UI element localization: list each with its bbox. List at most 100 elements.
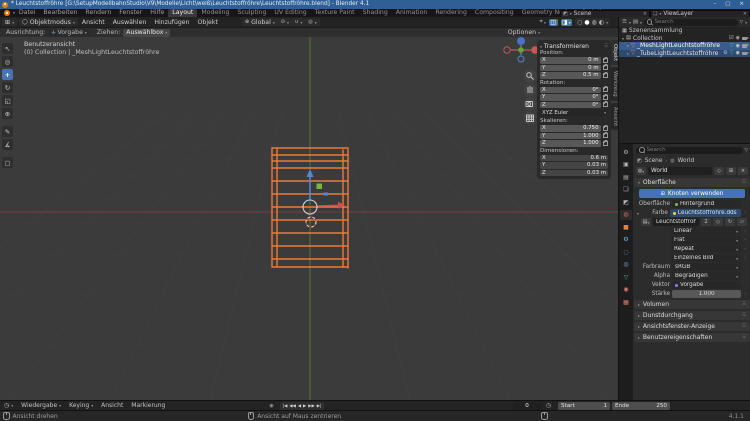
scale-y-field[interactable]: Y1.000 [540,133,601,140]
outliner-display-mode-icon[interactable]: ▤ [633,19,638,25]
folder-icon[interactable]: ▱ [737,218,747,226]
menu-auswaehlen[interactable]: Auswählen [109,19,151,26]
volume-section-header[interactable]: ▸ Volumen ☰ [634,300,750,309]
xray-toggle-button[interactable]: ◨▾ [561,19,573,26]
alpha-mode-dropdown[interactable]: Begradigen▾ [672,272,741,280]
rotation-y-field[interactable]: Y0° [540,94,601,101]
browse-world-button[interactable]: ◍▾ [636,167,646,175]
workspace-tab-uvediting[interactable]: UV Editing [270,9,310,17]
breadcrumb-scene[interactable]: Scene [645,158,663,164]
rotation-mode-dropdown[interactable]: XYZ Euler▾ [540,109,608,116]
tool-rotate-button[interactable]: ↻ [2,82,13,93]
tab-object-data[interactable]: ▽ [620,272,632,282]
workspace-tab-layout[interactable]: Layout [168,9,197,17]
breadcrumb-world[interactable]: World [678,158,695,164]
jump-to-start-button[interactable]: |◀ [283,403,288,408]
camera-render-icon[interactable] [742,44,747,48]
strength-slider[interactable]: 1.000 [672,290,741,298]
menu-fenster[interactable]: Fenster [115,9,146,17]
dimension-z-field[interactable]: Z0.03 m [540,170,608,177]
surface-shader-dropdown[interactable]: Hintergrund [672,200,741,208]
workspace-tab-sculpting[interactable]: Sculpting [234,9,271,17]
shading-solid-button[interactable]: ● [584,19,589,26]
new-world-button[interactable]: ⊞ [726,167,736,175]
shading-material-button[interactable]: ◍ [592,19,597,26]
eye-icon[interactable]: ◉ [736,35,740,41]
dimension-x-field[interactable]: X0.6 m [540,155,608,162]
viewport-nav-buttons[interactable] [524,70,537,125]
refresh-icon[interactable]: ↻ [725,218,735,226]
checkbox-icon[interactable]: ☑ [729,35,734,41]
workspace-tab-shading[interactable]: Shading [359,9,392,17]
scale-z-field[interactable]: Z1.000 [540,140,601,147]
play-button[interactable]: ▶ [303,403,306,408]
outliner-editor-icon[interactable]: ☰ [622,19,627,25]
tool-transform-button[interactable]: ⊕ [2,108,13,119]
maximize-button[interactable]: ▢ [725,0,730,9]
menu-datei[interactable]: Datei [15,9,40,17]
menu-timeline-ansicht[interactable]: Ansicht [97,402,127,409]
navigation-gizmo[interactable] [504,37,539,62]
tab-scene[interactable]: ◩ [620,197,632,207]
rotation-x-field[interactable]: X0° [540,87,601,94]
tab-particles[interactable]: ◌ [620,247,632,257]
outliner-row-meshlight[interactable]: ▸ ▽ _MeshLightLeuchtstoffröhre ▽ ◉ [619,42,750,50]
menu-ansicht[interactable]: Ansicht [78,19,109,26]
workspace-tab-animation[interactable]: Animation [392,9,432,17]
properties-search[interactable] [636,147,743,154]
shading-wireframe-button[interactable]: ○ [577,19,582,26]
menu-hilfe[interactable]: Hilfe [146,9,168,17]
viewport-display-section-header[interactable]: ▸ Ansichtsfenster-Anzeige ☰ [634,322,750,331]
tab-object[interactable]: ■ [620,222,632,232]
image-name-field[interactable]: Leuchtstoffröhre.dds [653,218,699,226]
tab-output[interactable]: ▤ [620,172,632,182]
position-z-field[interactable]: Z0.5 m [540,72,601,79]
auto-keying-button[interactable]: ◉ [269,403,273,409]
workspace-tab-texturepaint[interactable]: Texture Paint [311,9,359,17]
menu-objekt[interactable]: Objekt [194,19,222,26]
outliner-search[interactable] [644,19,738,26]
dimension-y-field[interactable]: Y0.03 m [540,162,608,169]
outliner-row-collection[interactable]: ▾ ▤ Collection ☑ ◉ [619,35,750,43]
tool-cursor-button[interactable]: ◎ [2,56,13,67]
interpolation-dropdown[interactable]: Linear▾ [671,227,741,235]
camera-render-icon[interactable] [742,37,747,41]
tool-scale-button[interactable]: ◱ [2,95,13,106]
projection-dropdown[interactable]: Flat▾ [671,236,741,244]
tab-tool[interactable]: ⚙ [620,147,632,157]
source-dropdown[interactable]: Einzelnes Bild▾ [671,254,741,262]
colorspace-dropdown[interactable]: sRGB▾ [672,263,741,271]
workspace-tab-rendering[interactable]: Rendering [431,9,471,17]
tab-viewlayer[interactable]: ❏ [620,185,632,195]
orientation-preset-dropdown[interactable]: ✛ Vorgabe ▾ [48,29,90,37]
next-keyframe-button[interactable]: ▶▶ [308,403,314,408]
transform-orientation-selector[interactable]: ⊕ Global ▾ [242,18,278,26]
current-frame-field[interactable]: 0 [513,402,541,410]
use-nodes-button[interactable]: ⊞ Knoten verwenden [639,189,745,198]
lock-icon[interactable] [603,141,609,146]
tab-physics[interactable]: ◎ [620,260,632,270]
vector-input-field[interactable]: Vorgabe [672,281,741,289]
properties-filter-icon[interactable]: ▽ [745,148,748,153]
tab-world[interactable]: ◍ [620,210,632,220]
tab-modifiers[interactable]: ⚙ [620,235,632,245]
proportional-editing-button[interactable]: ◎▾ [305,18,319,26]
menu-markierung[interactable]: Markierung [127,402,169,409]
outliner-row-scene-collection[interactable]: ▦ Szenensammlung [619,27,750,35]
workspace-tab-modeling[interactable]: Modeling [197,9,233,17]
rotation-z-field[interactable]: Z0° [540,102,601,109]
filter-funnel-icon[interactable]: ▽ [740,20,743,25]
lock-icon[interactable] [603,87,609,92]
shading-rendered-button[interactable]: ◐ [599,19,604,26]
lock-icon[interactable] [603,58,609,63]
lock-icon[interactable] [603,126,609,131]
menu-rendern[interactable]: Rendern [81,9,115,17]
lock-icon[interactable] [603,102,609,107]
world-name-field[interactable]: World [648,167,712,175]
drag-mode-dropdown[interactable]: Auswählbox ▾ [123,29,170,37]
tool-measure-button[interactable]: ∡ [2,139,13,150]
menu-hinzufuegen[interactable]: Hinzufügen [150,19,193,26]
position-y-field[interactable]: Y0 m [540,65,601,72]
expander-icon[interactable]: ▾ [622,36,624,41]
blender-menu-icon[interactable] [4,10,10,16]
